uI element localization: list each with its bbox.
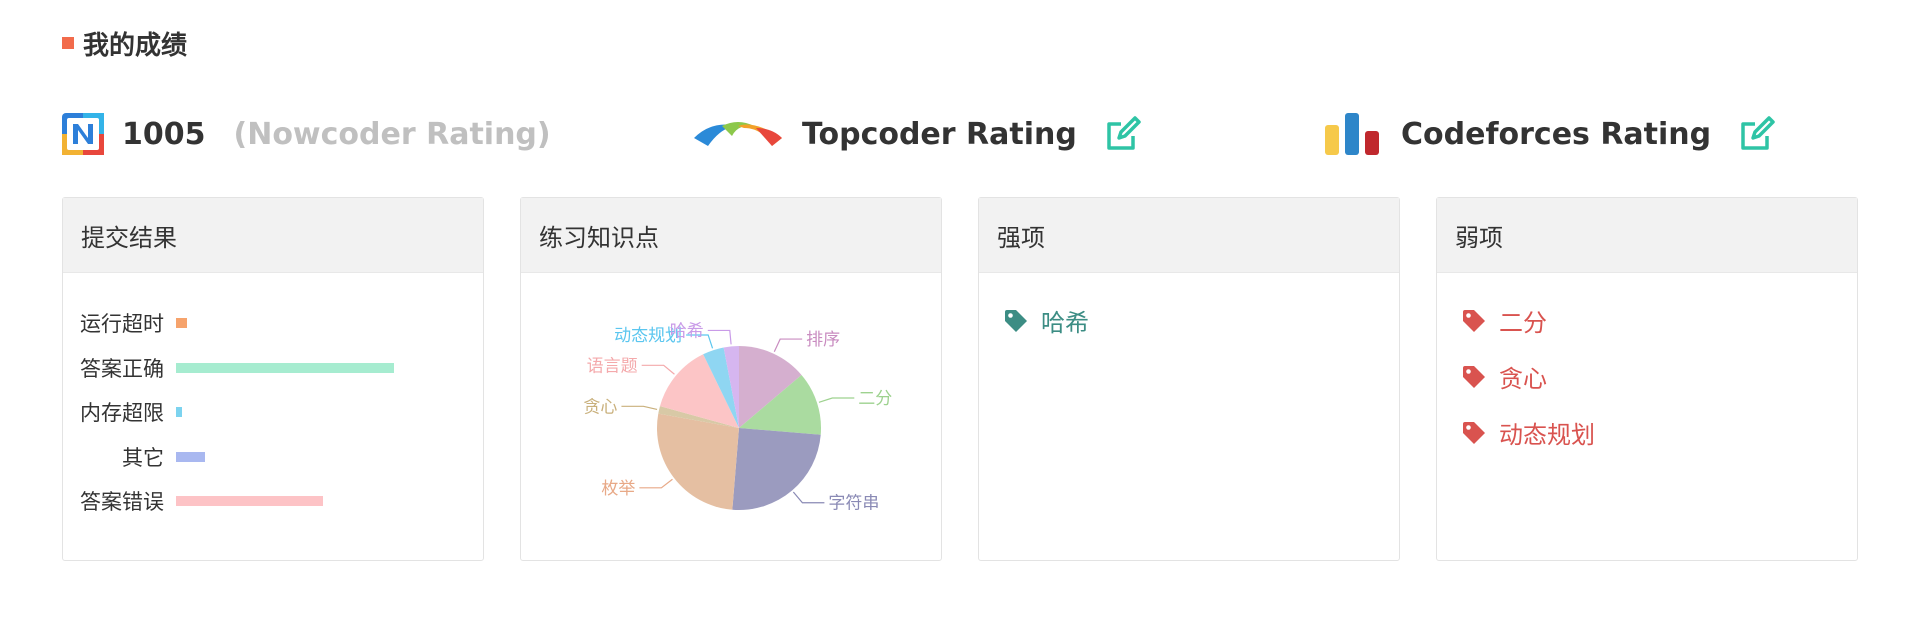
tag-icon — [1005, 309, 1027, 332]
pie-leader-line — [818, 397, 855, 403]
bar — [176, 318, 188, 328]
nowcoder-rating-label: (Nowcoder Rating) — [233, 116, 551, 152]
weakness-tag[interactable]: 贪心 — [1461, 359, 1547, 394]
weakness-tag-label: 贪心 — [1499, 365, 1547, 393]
weakness-tag[interactable]: 动态规划 — [1461, 415, 1595, 450]
nowcoder-logo-icon — [62, 113, 104, 155]
knowledge-card: 练习知识点 排序 二分 字符串 枚举 贪心 语言题 动态规划 哈希 — [520, 197, 942, 561]
pie-label: 贪心 — [583, 397, 617, 417]
topcoder-logo-icon — [694, 122, 782, 146]
pie-label: 枚举 — [601, 479, 635, 499]
tag-icon — [1463, 365, 1485, 388]
pie-label: 语言题 — [587, 356, 638, 376]
weakness-tag[interactable]: 二分 — [1461, 303, 1547, 338]
section-header: 我的成绩 — [62, 26, 188, 61]
pie-label: 二分 — [858, 389, 892, 409]
pie-slice — [732, 428, 821, 510]
bar-label: 答案错误 — [80, 490, 164, 514]
knowledge-card-title: 练习知识点 — [521, 198, 941, 273]
knowledge-pie-chart-body: 排序 二分 字符串 枚举 贪心 语言题 动态规划 哈希 — [521, 273, 941, 564]
pie-leader-line — [707, 329, 732, 345]
pie-slice — [657, 413, 739, 510]
pie-leader-line — [621, 405, 658, 411]
codeforces-rating-label: Codeforces Rating — [1401, 116, 1712, 152]
codeforces-edit-icon[interactable] — [1737, 114, 1777, 154]
bar-row: 运行超时 — [63, 308, 188, 338]
bar-row: 其它 — [63, 442, 205, 472]
codeforces-logo-icon — [1325, 113, 1379, 155]
nowcoder-rating: 1005 (Nowcoder Rating) — [62, 104, 551, 164]
section-marker — [62, 37, 74, 49]
tag-icon — [1463, 309, 1485, 332]
pie-leader-line — [639, 478, 673, 489]
weakness-tag-label: 动态规划 — [1499, 421, 1595, 449]
bar — [176, 362, 394, 373]
bar — [176, 407, 182, 417]
bar-label: 运行超时 — [80, 312, 164, 336]
pie-label: 哈希 — [670, 321, 704, 341]
strength-tag-label: 哈希 — [1041, 309, 1089, 337]
codeforces-rating: Codeforces Rating — [1323, 104, 1777, 164]
strength-tag[interactable]: 哈希 — [1003, 303, 1089, 338]
knowledge-pie-chart: 排序二分字符串枚举贪心语言题动态规划哈希 — [583, 321, 892, 514]
bar — [176, 451, 205, 462]
topcoder-rating-label: Topcoder Rating — [802, 116, 1077, 152]
topcoder-rating: Topcoder Rating — [692, 104, 1143, 164]
nowcoder-rating-value: 1005 — [122, 116, 206, 152]
tag-icon — [1463, 421, 1485, 444]
pie-leader-line — [773, 338, 803, 353]
strengths-card: 强项 哈希 — [978, 197, 1400, 561]
bar-row: 答案正确 — [63, 353, 394, 383]
submissions-card-title: 提交结果 — [63, 198, 483, 273]
submissions-card: 提交结果 运行超时答案正确内存超限其它答案错误 — [62, 197, 484, 561]
pie-leader-line — [792, 491, 825, 504]
bar-label: 其它 — [122, 445, 164, 470]
section-title: 我的成绩 — [83, 30, 188, 61]
weaknesses-card: 弱项 二分 贪心 动态规划 — [1436, 197, 1858, 561]
strengths-card-title: 强项 — [979, 198, 1399, 273]
bar-label: 答案正确 — [80, 356, 164, 381]
bar-label: 内存超限 — [80, 401, 164, 425]
pie-label: 字符串 — [828, 494, 879, 514]
pie-label: 排序 — [806, 330, 840, 350]
bar — [176, 496, 323, 506]
pie-leader-line — [641, 364, 675, 375]
weaknesses-card-title: 弱项 — [1437, 198, 1857, 273]
topcoder-edit-icon[interactable] — [1103, 114, 1143, 154]
bar-row: 答案错误 — [63, 486, 323, 516]
weakness-tag-label: 二分 — [1499, 309, 1547, 337]
bar-row: 内存超限 — [63, 397, 182, 427]
